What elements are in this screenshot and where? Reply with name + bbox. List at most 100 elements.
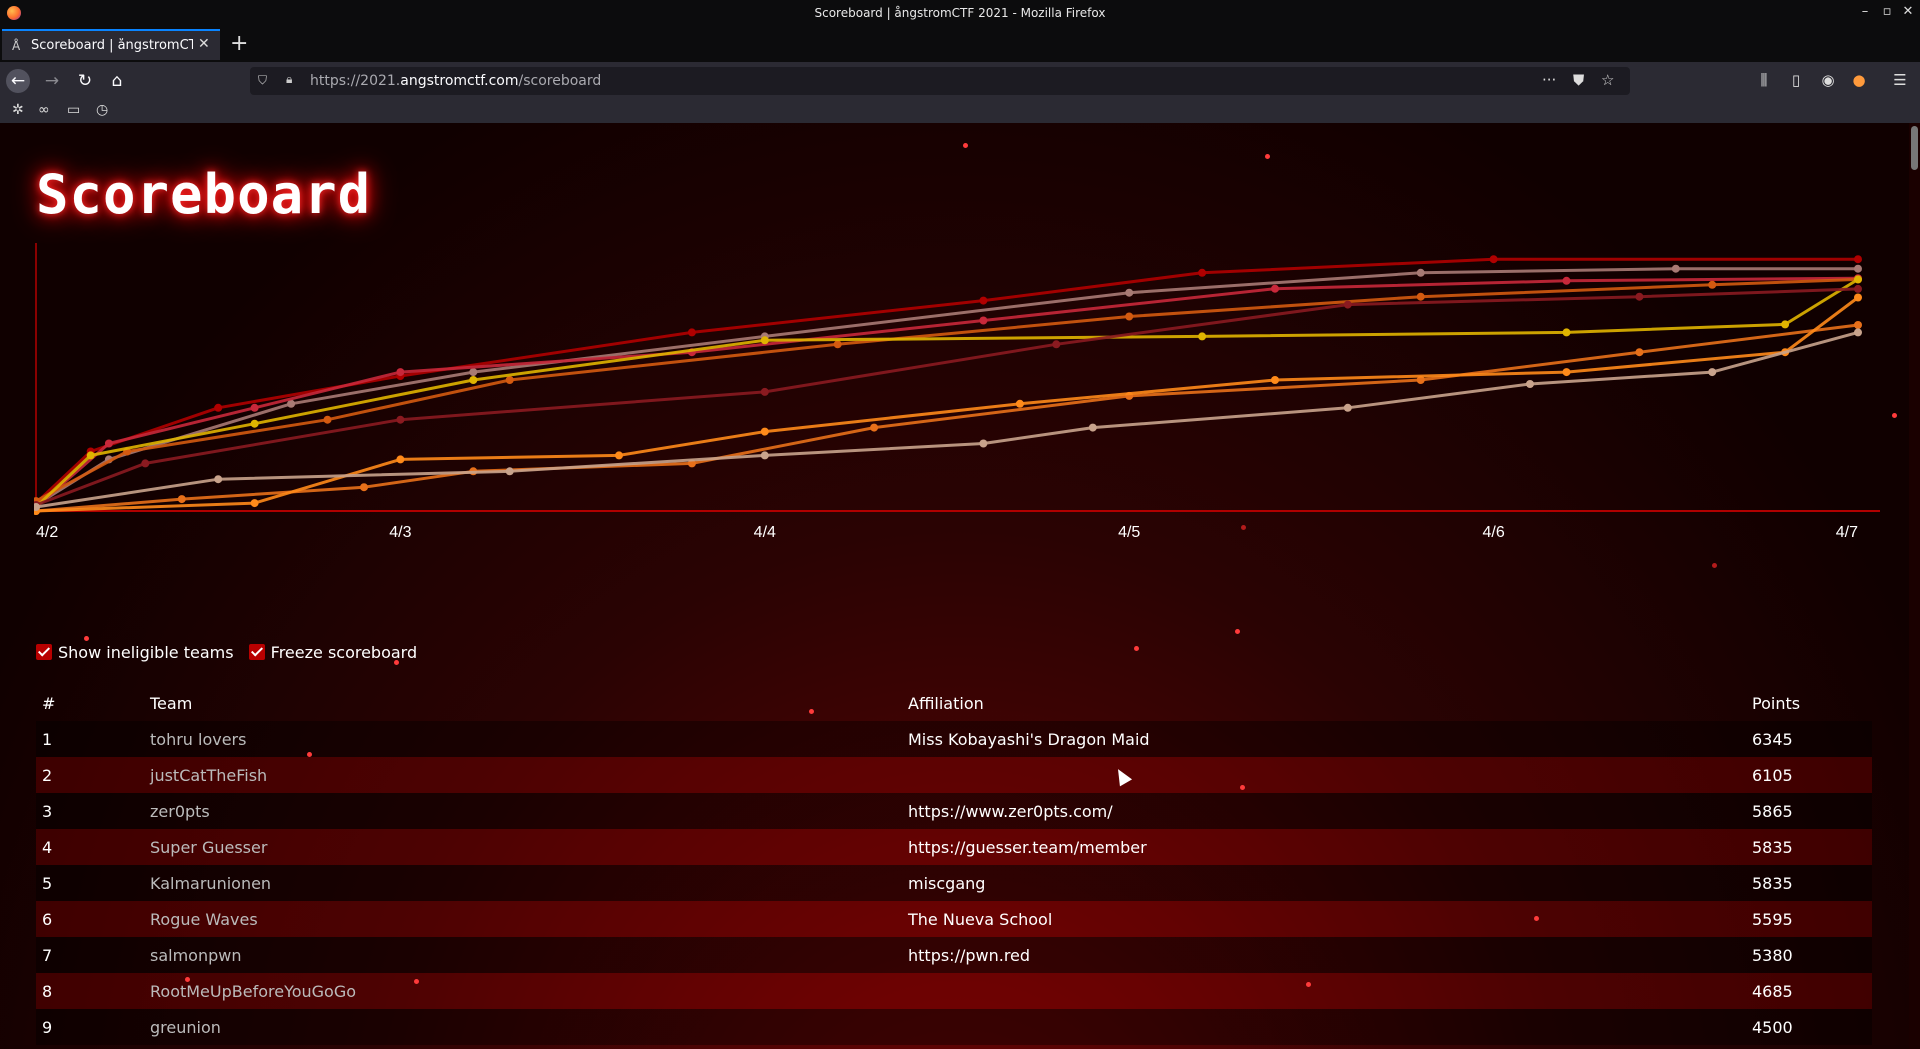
chart-point — [1343, 300, 1352, 309]
chart-point — [1708, 368, 1717, 377]
particle-decoration — [1265, 154, 1270, 159]
url-bar[interactable]: ⛉ 🔒︎ https://2021.angstromctf.com/scoreb… — [250, 67, 1630, 95]
show-ineligible-checkbox[interactable] — [36, 644, 52, 660]
history-clock-icon[interactable]: ◷ — [96, 102, 108, 118]
chart-point — [1052, 340, 1061, 349]
chart-point — [1416, 292, 1425, 301]
particle-decoration — [963, 143, 968, 148]
particle-decoration — [1892, 413, 1897, 418]
incognito-mask-icon[interactable]: ∞ — [38, 102, 50, 118]
window-title: Scoreboard | ångstromCTF 2021 - Mozilla … — [814, 6, 1106, 20]
chart-point — [1708, 280, 1717, 289]
chart-point — [1198, 332, 1207, 341]
extension-toolbar: ✲ ∞ ▭ ◷ — [0, 100, 1920, 123]
tab-title: Scoreboard | ångstromCTF 2021 — [31, 38, 193, 53]
team-link[interactable]: Super Guesser — [144, 829, 902, 865]
table-row: 6 Rogue Waves The Nueva School 5595 — [36, 901, 1872, 937]
particle-decoration — [809, 709, 814, 714]
chart-point — [1854, 321, 1862, 329]
sidebar-icon[interactable]: ▯ — [1786, 71, 1806, 89]
chart-point — [250, 499, 259, 508]
page-actions-icon[interactable]: ··· — [1542, 71, 1556, 89]
team-link[interactable]: RootMeUpBeforeYouGoGo — [144, 973, 902, 1009]
particle-decoration — [84, 636, 89, 641]
chart-point — [1854, 275, 1862, 284]
chart-point — [1854, 255, 1862, 264]
team-link[interactable]: Rogue Waves — [144, 901, 902, 937]
bookmark-star-icon[interactable]: ☆ — [1601, 71, 1614, 89]
chart-point — [1854, 293, 1862, 302]
rank-cell: 7 — [36, 937, 144, 973]
close-tab-icon[interactable]: ✕ — [198, 36, 210, 52]
forward-button[interactable]: → — [40, 69, 64, 93]
window-titlebar: Scoreboard | ångstromCTF 2021 - Mozilla … — [0, 0, 1920, 27]
team-link[interactable]: zer0pts — [144, 793, 902, 829]
reload-button[interactable]: ↻ — [73, 69, 97, 93]
team-link[interactable]: Kalmarunionen — [144, 865, 902, 901]
home-button[interactable]: ⌂ — [105, 69, 129, 93]
team-link[interactable]: justCatTheFish — [144, 757, 902, 793]
freeze-scoreboard-toggle[interactable]: Freeze scoreboard — [248, 643, 417, 662]
points-cell: 5595 — [1746, 901, 1872, 937]
rank-cell: 9 — [36, 1009, 144, 1045]
chart-x-tick-label: 4/5 — [1118, 524, 1140, 541]
chart-point — [1271, 284, 1279, 293]
chart-point — [1489, 255, 1498, 264]
chart-point — [1854, 328, 1862, 337]
chart-x-tick-label: 4/7 — [1836, 524, 1858, 541]
maximize-icon[interactable]: ▫ — [1878, 4, 1896, 19]
particle-decoration — [185, 977, 190, 982]
show-ineligible-toggle[interactable]: Show ineligible teams — [36, 643, 234, 662]
chart-point — [1671, 264, 1680, 273]
table-header-row: # Team Affiliation Points — [36, 685, 1872, 721]
new-tab-icon[interactable]: + — [230, 31, 248, 56]
scoreboard-table: # Team Affiliation Points 1 tohru lovers M… — [36, 685, 1872, 1045]
rank-cell: 5 — [36, 865, 144, 901]
chart-point — [1562, 328, 1571, 337]
show-ineligible-label: Show ineligible teams — [58, 643, 234, 662]
pocket-icon[interactable]: ⛊ — [1573, 71, 1584, 89]
close-window-icon[interactable]: ✕ — [1899, 4, 1917, 19]
chart-point — [141, 459, 150, 468]
url-text[interactable]: https://2021.angstromctf.com/scoreboard — [310, 73, 601, 89]
page-scrollbar[interactable] — [1909, 123, 1920, 1049]
extension-icon[interactable]: ● — [1849, 71, 1869, 89]
lock-icon[interactable]: 🔒︎ — [286, 72, 292, 87]
chart-point — [687, 328, 696, 337]
library-icon[interactable]: ⫼ — [1754, 71, 1774, 89]
account-icon[interactable]: ◉ — [1818, 71, 1838, 89]
particle-decoration — [1306, 982, 1311, 987]
folder-icon[interactable]: ▭ — [67, 102, 80, 118]
tracking-shield-icon[interactable]: ⛉ — [258, 73, 267, 88]
table-row: 5 Kalmarunionen miscgang 5835 — [36, 865, 1872, 901]
minimize-icon[interactable]: – — [1856, 4, 1874, 19]
team-link[interactable]: greunion — [144, 1009, 902, 1045]
particle-decoration — [1712, 563, 1717, 568]
particle-decoration — [307, 752, 312, 757]
rank-cell: 8 — [36, 973, 144, 1009]
team-link[interactable]: salmonpwn — [144, 937, 902, 973]
table-row: 2 justCatTheFish 6105 — [36, 757, 1872, 793]
particle-decoration — [414, 979, 419, 984]
particle-decoration — [1134, 646, 1139, 651]
table-row: 1 tohru lovers Miss Kobayashi's Dragon Mai… — [36, 721, 1872, 757]
affiliation-cell: The Nueva School — [902, 901, 1746, 937]
favicon-icon: Å — [12, 39, 21, 53]
team-link[interactable]: tohru lovers — [144, 721, 902, 757]
rank-cell: 2 — [36, 757, 144, 793]
menu-icon[interactable]: ☰ — [1890, 71, 1910, 89]
back-button[interactable]: ← — [6, 69, 30, 93]
chart-point — [250, 419, 259, 428]
tab-scoreboard[interactable]: Å Scoreboard | ångstromCTF 2021 ✕ — [2, 29, 220, 60]
chart-point — [760, 427, 769, 436]
freeze-scoreboard-checkbox[interactable] — [248, 644, 265, 660]
navigation-bar: ← → ↻ ⌂ ⛉ 🔒︎ https://2021.angstromctf.co… — [0, 62, 1920, 100]
chart-point — [615, 451, 623, 460]
chart-point — [505, 467, 514, 476]
scrollbar-thumb[interactable] — [1911, 126, 1918, 170]
chart-point — [505, 376, 514, 384]
chart-point — [833, 340, 842, 349]
chart-point — [1854, 264, 1862, 273]
settings-gear-icon[interactable]: ✲ — [12, 102, 24, 118]
header-affiliation: Affiliation — [908, 693, 984, 713]
